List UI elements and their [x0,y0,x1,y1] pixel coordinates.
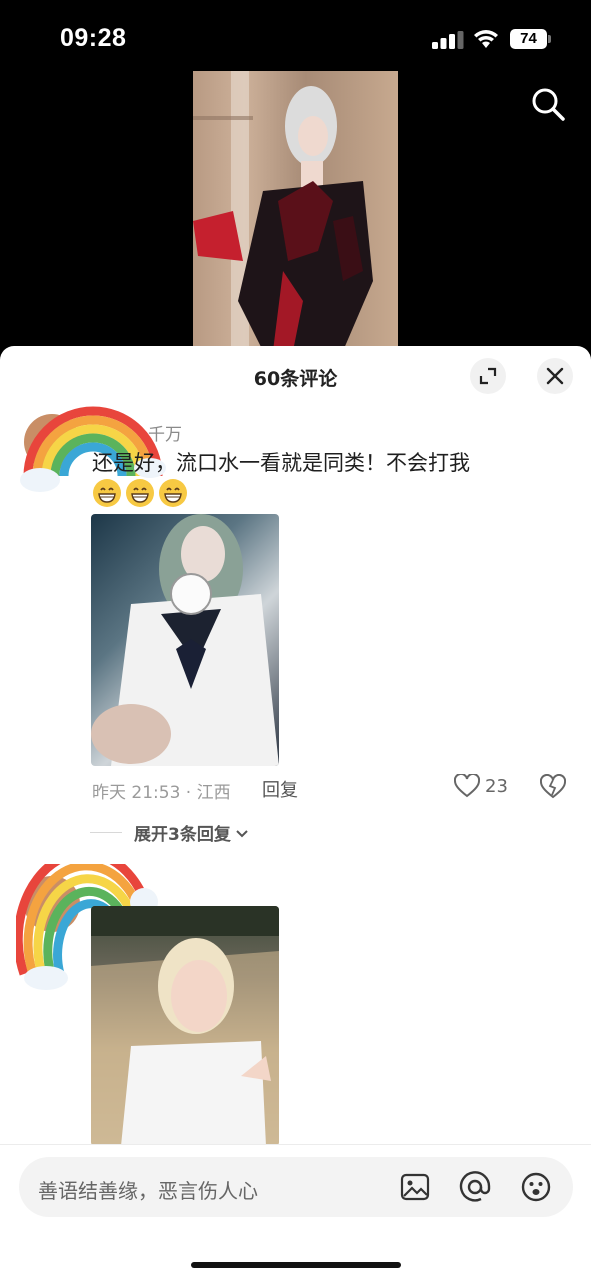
status-time: 09:28 [60,24,127,52]
wifi-icon [474,30,498,48]
search-icon[interactable] [528,84,568,124]
comment-input[interactable]: 善语结善缘，恶言伤人心 [19,1157,573,1217]
expand-icon [479,367,497,385]
grinning-face-icon [159,479,187,507]
battery-level: 74 [520,30,537,47]
comment-time-location: 昨天 21:53 · 江西 [92,783,231,803]
cosplay-figure-image [193,71,373,351]
expand-replies-label: 展开3条回复 [134,825,231,845]
comment-input-bar: 善语结善缘，恶言伤人心 [0,1144,591,1280]
comment-item [0,856,591,1146]
comment-meta: 昨天 21:53 · 江西 回复 23 [92,774,572,804]
image-picker-icon[interactable] [399,1171,431,1203]
like-button[interactable]: 23 [454,774,508,798]
battery-cap [548,35,551,43]
heart-icon [454,774,480,798]
comment-input-placeholder: 善语结善缘，恶言伤人心 [38,1179,258,1203]
comment-sheet: 60条评论 千万 还是好，流口水一看就是同类！不会打我 昨天 21:53 · 江… [0,346,591,1280]
reply-button[interactable]: 回复 [262,776,298,802]
cellular-signal-icon [432,31,464,49]
close-button[interactable] [537,358,573,394]
battery-icon: 74 [510,29,552,49]
emoji-row [92,478,188,508]
mention-icon[interactable] [459,1171,491,1203]
video-thumbnail[interactable] [193,71,398,351]
home-indicator [191,1262,401,1268]
photo-content [91,514,279,766]
grinning-face-icon [126,479,154,507]
close-icon [546,367,564,385]
broken-heart-icon[interactable] [540,774,566,800]
like-count: 23 [485,775,508,797]
photo-content [91,906,279,1146]
comment-text: 还是好，流口水一看就是同类！不会打我 [92,451,470,475]
comment-username[interactable]: 千万 [148,420,182,445]
expand-replies-button[interactable]: 展开3条回复 [90,820,250,845]
fullscreen-button[interactable] [470,358,506,394]
grinning-face-icon [93,479,121,507]
comment-photo[interactable] [91,906,279,1146]
emoji-picker-icon[interactable] [520,1171,552,1203]
divider-line [90,832,122,833]
chevron-down-icon [236,829,248,837]
comment-item: 千万 还是好，流口水一看就是同类！不会打我 昨天 21:53 · 江西 回复 2… [0,406,591,846]
comment-photo[interactable] [91,514,279,766]
